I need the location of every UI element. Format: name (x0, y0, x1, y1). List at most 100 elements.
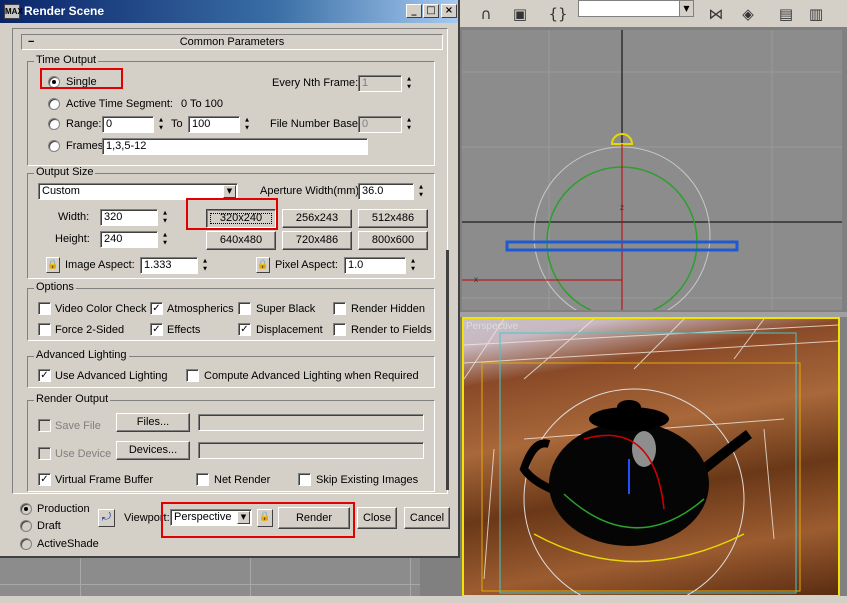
image-aspect-input[interactable]: 1.333 (140, 257, 198, 274)
height-input[interactable]: 240 (100, 231, 158, 248)
minimize-button[interactable]: _ (406, 4, 422, 18)
viewport-perspective[interactable]: Perspective (462, 317, 840, 597)
super-black-checkbox[interactable] (238, 302, 251, 315)
collapse-icon[interactable]: − (28, 35, 34, 49)
top-viewport-grid: z x (462, 30, 842, 310)
video-color-check-checkbox[interactable] (38, 302, 51, 315)
virtual-frame-buffer-checkbox[interactable]: ✓ (38, 473, 51, 486)
every-nth-label: Every Nth Frame: (272, 77, 359, 89)
render-button[interactable]: Render (278, 507, 350, 529)
range-to-input[interactable]: 100 (188, 116, 240, 133)
preset-256x243-button[interactable]: 256x243 (282, 209, 352, 228)
skip-existing-checkbox[interactable] (298, 473, 311, 486)
range-from-input[interactable]: 0 (102, 116, 154, 133)
frames-radio[interactable] (48, 140, 60, 152)
use-device-checkbox[interactable] (38, 447, 51, 460)
options-legend: Options (34, 281, 76, 293)
viewport-top[interactable]: z x (462, 30, 842, 310)
box-icon[interactable]: ▣ (508, 2, 532, 26)
width-input[interactable]: 320 (100, 209, 158, 226)
save-file-checkbox[interactable] (38, 419, 51, 432)
net-render-checkbox[interactable] (196, 473, 209, 486)
named-selection-dropdown[interactable]: ▼ (578, 0, 694, 17)
chevron-down-icon[interactable]: ▼ (237, 511, 250, 524)
pixel-aspect-input[interactable]: 1.0 (344, 257, 406, 274)
file-number-base-spinner[interactable]: ▲ ▼ (404, 116, 414, 133)
displacement-checkbox[interactable]: ✓ (238, 323, 251, 336)
every-nth-spinner[interactable]: ▲ ▼ (404, 75, 414, 92)
atmospherics-checkbox[interactable]: ✓ (150, 302, 163, 315)
axis-label-z: z (620, 203, 624, 212)
files-button[interactable]: Files... (116, 413, 190, 432)
aperture-input[interactable]: 36.0 (358, 183, 414, 200)
file-number-base-label: File Number Base: (270, 118, 362, 130)
use-advanced-lighting-checkbox[interactable]: ✓ (38, 369, 51, 382)
range-to-spinner[interactable]: ▲ ▼ (242, 116, 252, 133)
image-aspect-lock-icon[interactable]: 🔒 (46, 257, 60, 273)
render-to-fields-checkbox[interactable] (333, 323, 346, 336)
effects-checkbox[interactable]: ✓ (150, 323, 163, 336)
preset-640x480-button[interactable]: 640x480 (206, 231, 276, 250)
chevron-down-icon[interactable]: ▼ (223, 185, 236, 198)
advanced-lighting-legend: Advanced Lighting (34, 349, 129, 361)
image-aspect-label: Image Aspect: (65, 259, 135, 271)
maximize-button[interactable]: □ (423, 4, 439, 18)
devices-button[interactable]: Devices... (116, 441, 190, 460)
schematic-icon[interactable]: ▥ (804, 2, 828, 26)
options-group: Options Video Color Check ✓ Atmospherics… (27, 281, 435, 341)
preset-320x240-button[interactable]: 320x240 (206, 209, 276, 228)
time-output-group: Time Output Single Active Time Segment: … (27, 54, 435, 166)
single-label: Single (66, 76, 97, 88)
aperture-label: Aperture Width(mm): (260, 185, 363, 197)
dialog-titlebar[interactable]: MAX Render Scene _ □ × (0, 0, 458, 23)
parameters-scroll-panel[interactable]: − Common Parameters Time Output Single A… (12, 28, 448, 494)
output-preset-dropdown[interactable]: Custom ▼ (38, 183, 238, 200)
align-icon[interactable]: ◈ (736, 2, 760, 26)
chevron-down-icon[interactable]: ▼ (679, 1, 693, 16)
pixel-aspect-lock-icon[interactable]: 🔒 (256, 257, 270, 273)
force-2-sided-checkbox[interactable] (38, 323, 51, 336)
aperture-spinner[interactable]: ▲ ▼ (416, 183, 426, 200)
frames-input[interactable]: 1,3,5-12 (102, 138, 368, 155)
production-radio[interactable] (20, 503, 32, 515)
dialog-title: Render Scene (24, 4, 105, 18)
close-window-button[interactable]: × (441, 4, 457, 18)
magnet-icon[interactable]: ∩ (474, 2, 498, 26)
pixel-aspect-label: Pixel Aspect: (275, 259, 338, 271)
draft-radio[interactable] (20, 520, 32, 532)
viewport-value: Perspective (174, 511, 232, 523)
activeshade-radio[interactable] (20, 538, 32, 550)
atmospherics-label: Atmospherics (167, 303, 234, 315)
named-selection-icon[interactable]: {} (546, 2, 570, 26)
cancel-button[interactable]: Cancel (404, 507, 450, 529)
preset-800x600-button[interactable]: 800x600 (358, 231, 428, 250)
displacement-label: Displacement (256, 324, 323, 336)
every-nth-input[interactable]: 1 (358, 75, 402, 92)
save-file-path-field (198, 414, 424, 431)
mirror-icon[interactable]: ⋈ (704, 2, 728, 26)
range-from-spinner[interactable]: ▲ ▼ (156, 116, 166, 133)
status-bar (0, 596, 847, 603)
viewport-lock-icon[interactable]: 🔒 (257, 509, 273, 527)
active-segment-radio[interactable] (48, 98, 60, 110)
render-hidden-checkbox[interactable] (333, 302, 346, 315)
width-spinner[interactable]: ▲ ▼ (160, 209, 170, 226)
single-radio[interactable] (48, 76, 60, 88)
viewport-dropdown[interactable]: Perspective ▼ (170, 509, 252, 526)
preset-512x486-button[interactable]: 512x486 (358, 209, 428, 228)
rollout-common-parameters[interactable]: − Common Parameters (21, 34, 443, 50)
advanced-lighting-group: Advanced Lighting ✓ Use Advanced Lightin… (27, 349, 435, 388)
compute-advanced-lighting-checkbox[interactable] (186, 369, 199, 382)
range-radio[interactable] (48, 118, 60, 130)
track-view-icon[interactable]: ▤ (774, 2, 798, 26)
net-render-label: Net Render (214, 474, 271, 486)
swap-icon[interactable]: ⤾ (98, 509, 115, 527)
pixel-aspect-spinner[interactable]: ▲ ▼ (408, 257, 418, 274)
close-button[interactable]: Close (357, 507, 397, 529)
preset-720x486-button[interactable]: 720x486 (282, 231, 352, 250)
device-name-field (198, 442, 424, 459)
panel-scrollbar[interactable] (446, 250, 449, 490)
file-number-base-input[interactable]: 0 (358, 116, 402, 133)
height-spinner[interactable]: ▲ ▼ (160, 231, 170, 248)
image-aspect-spinner[interactable]: ▲ ▼ (200, 257, 210, 274)
